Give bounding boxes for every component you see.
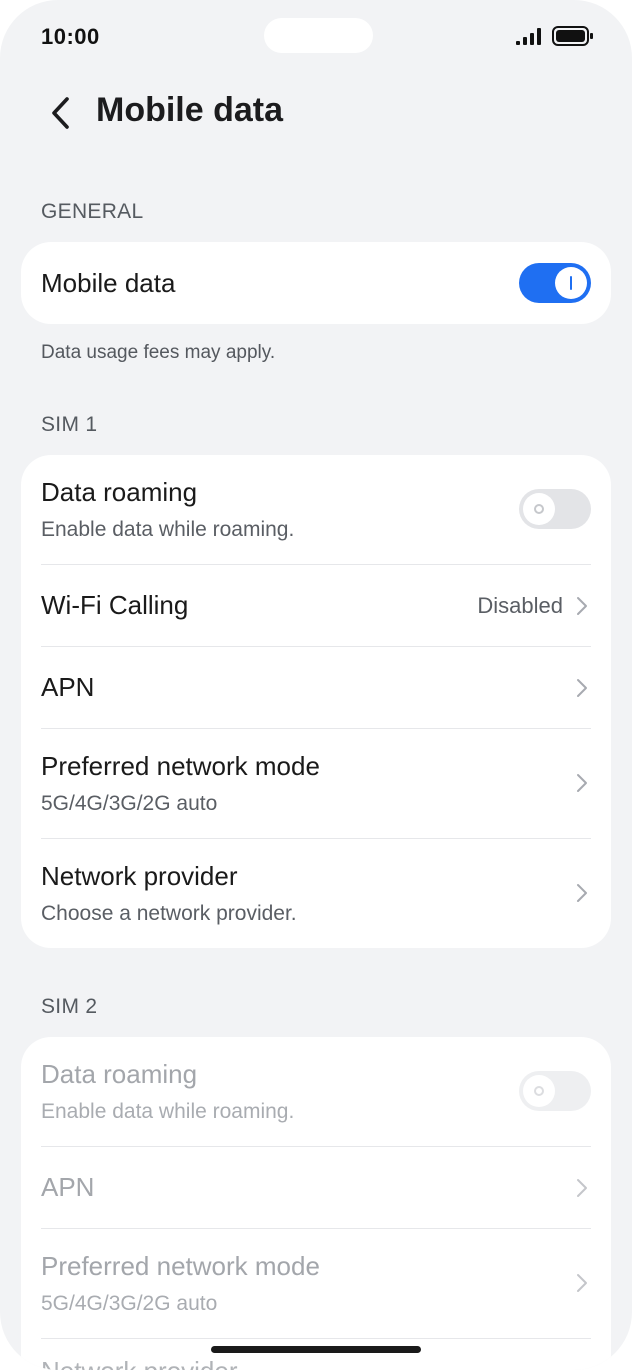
toggle-knob [523, 1075, 555, 1107]
chevron-right-icon [577, 1179, 587, 1197]
sim1-apn-title: APN [41, 672, 95, 702]
sim2-network-provider-peek: Network provider [41, 1356, 238, 1370]
sim1-data-roaming-row[interactable]: Data roaming Enable data while roaming. [41, 455, 591, 564]
sim2-data-roaming-toggle[interactable] [519, 1071, 591, 1111]
page-title: Mobile data [96, 91, 284, 129]
sim2-data-roaming-row[interactable]: Data roaming Enable data while roaming. [41, 1037, 591, 1146]
header: Mobile data [0, 78, 632, 148]
mobile-data-toggle[interactable] [519, 263, 591, 303]
sim1-data-roaming-subtitle: Enable data while roaming. [41, 518, 295, 541]
phone-screen: 10:00 Mobile data GENERAL Mobile data Da… [0, 0, 632, 1370]
general-card: Mobile data [21, 242, 611, 324]
sim1-network-provider-row[interactable]: Network provider Choose a network provid… [41, 839, 591, 948]
section-label-sim1: SIM 1 [41, 413, 98, 436]
sim1-apn-row[interactable]: APN [41, 647, 591, 728]
camera-pill [264, 18, 373, 53]
chevron-right-icon [577, 679, 587, 697]
sim1-network-provider-title: Network provider [41, 861, 238, 891]
sim1-wifi-calling-row[interactable]: Wi-Fi Calling Disabled [41, 565, 591, 646]
sim1-preferred-network-title: Preferred network mode [41, 751, 320, 781]
section-label-general: GENERAL [41, 200, 144, 223]
sim2-data-roaming-title: Data roaming [41, 1059, 198, 1089]
sim1-data-roaming-toggle[interactable] [519, 489, 591, 529]
sim1-network-provider-subtitle: Choose a network provider. [41, 902, 297, 925]
mobile-data-title: Mobile data [41, 268, 176, 298]
sim2-data-roaming-subtitle: Enable data while roaming. [41, 1100, 295, 1123]
sim2-apn-title: APN [41, 1172, 95, 1202]
toggle-knob [523, 493, 555, 525]
sim2-apn-row[interactable]: APN [41, 1147, 591, 1228]
sim2-card: Data roaming Enable data while roaming. … [21, 1037, 611, 1370]
chevron-right-icon [577, 884, 587, 902]
battery-icon [552, 26, 593, 46]
sim2-preferred-network-title: Preferred network mode [41, 1251, 320, 1281]
sim1-card: Data roaming Enable data while roaming. … [21, 455, 611, 948]
sim1-wifi-calling-value: Disabled [477, 593, 563, 618]
divider [41, 1338, 591, 1339]
toggle-knob [555, 267, 587, 299]
chevron-right-icon [577, 774, 587, 792]
chevron-right-icon [577, 597, 587, 615]
section-label-sim2: SIM 2 [41, 995, 98, 1018]
chevron-right-icon [577, 1274, 587, 1292]
data-usage-note: Data usage fees may apply. [41, 342, 276, 363]
mobile-data-row[interactable]: Mobile data [41, 242, 591, 324]
signal-icon [516, 28, 541, 45]
sim2-preferred-network-subtitle: 5G/4G/3G/2G auto [41, 1292, 218, 1315]
back-button[interactable] [38, 88, 84, 138]
status-bar: 10:00 [0, 0, 632, 72]
sim1-wifi-calling-title: Wi-Fi Calling [41, 590, 189, 620]
status-time: 10:00 [41, 24, 100, 49]
home-indicator[interactable] [211, 1346, 421, 1353]
sim1-preferred-network-row[interactable]: Preferred network mode 5G/4G/3G/2G auto [41, 729, 591, 838]
sim1-data-roaming-title: Data roaming [41, 477, 198, 507]
sim1-preferred-network-subtitle: 5G/4G/3G/2G auto [41, 792, 218, 815]
chevron-left-icon [52, 97, 69, 129]
sim2-preferred-network-row[interactable]: Preferred network mode 5G/4G/3G/2G auto [41, 1229, 591, 1338]
